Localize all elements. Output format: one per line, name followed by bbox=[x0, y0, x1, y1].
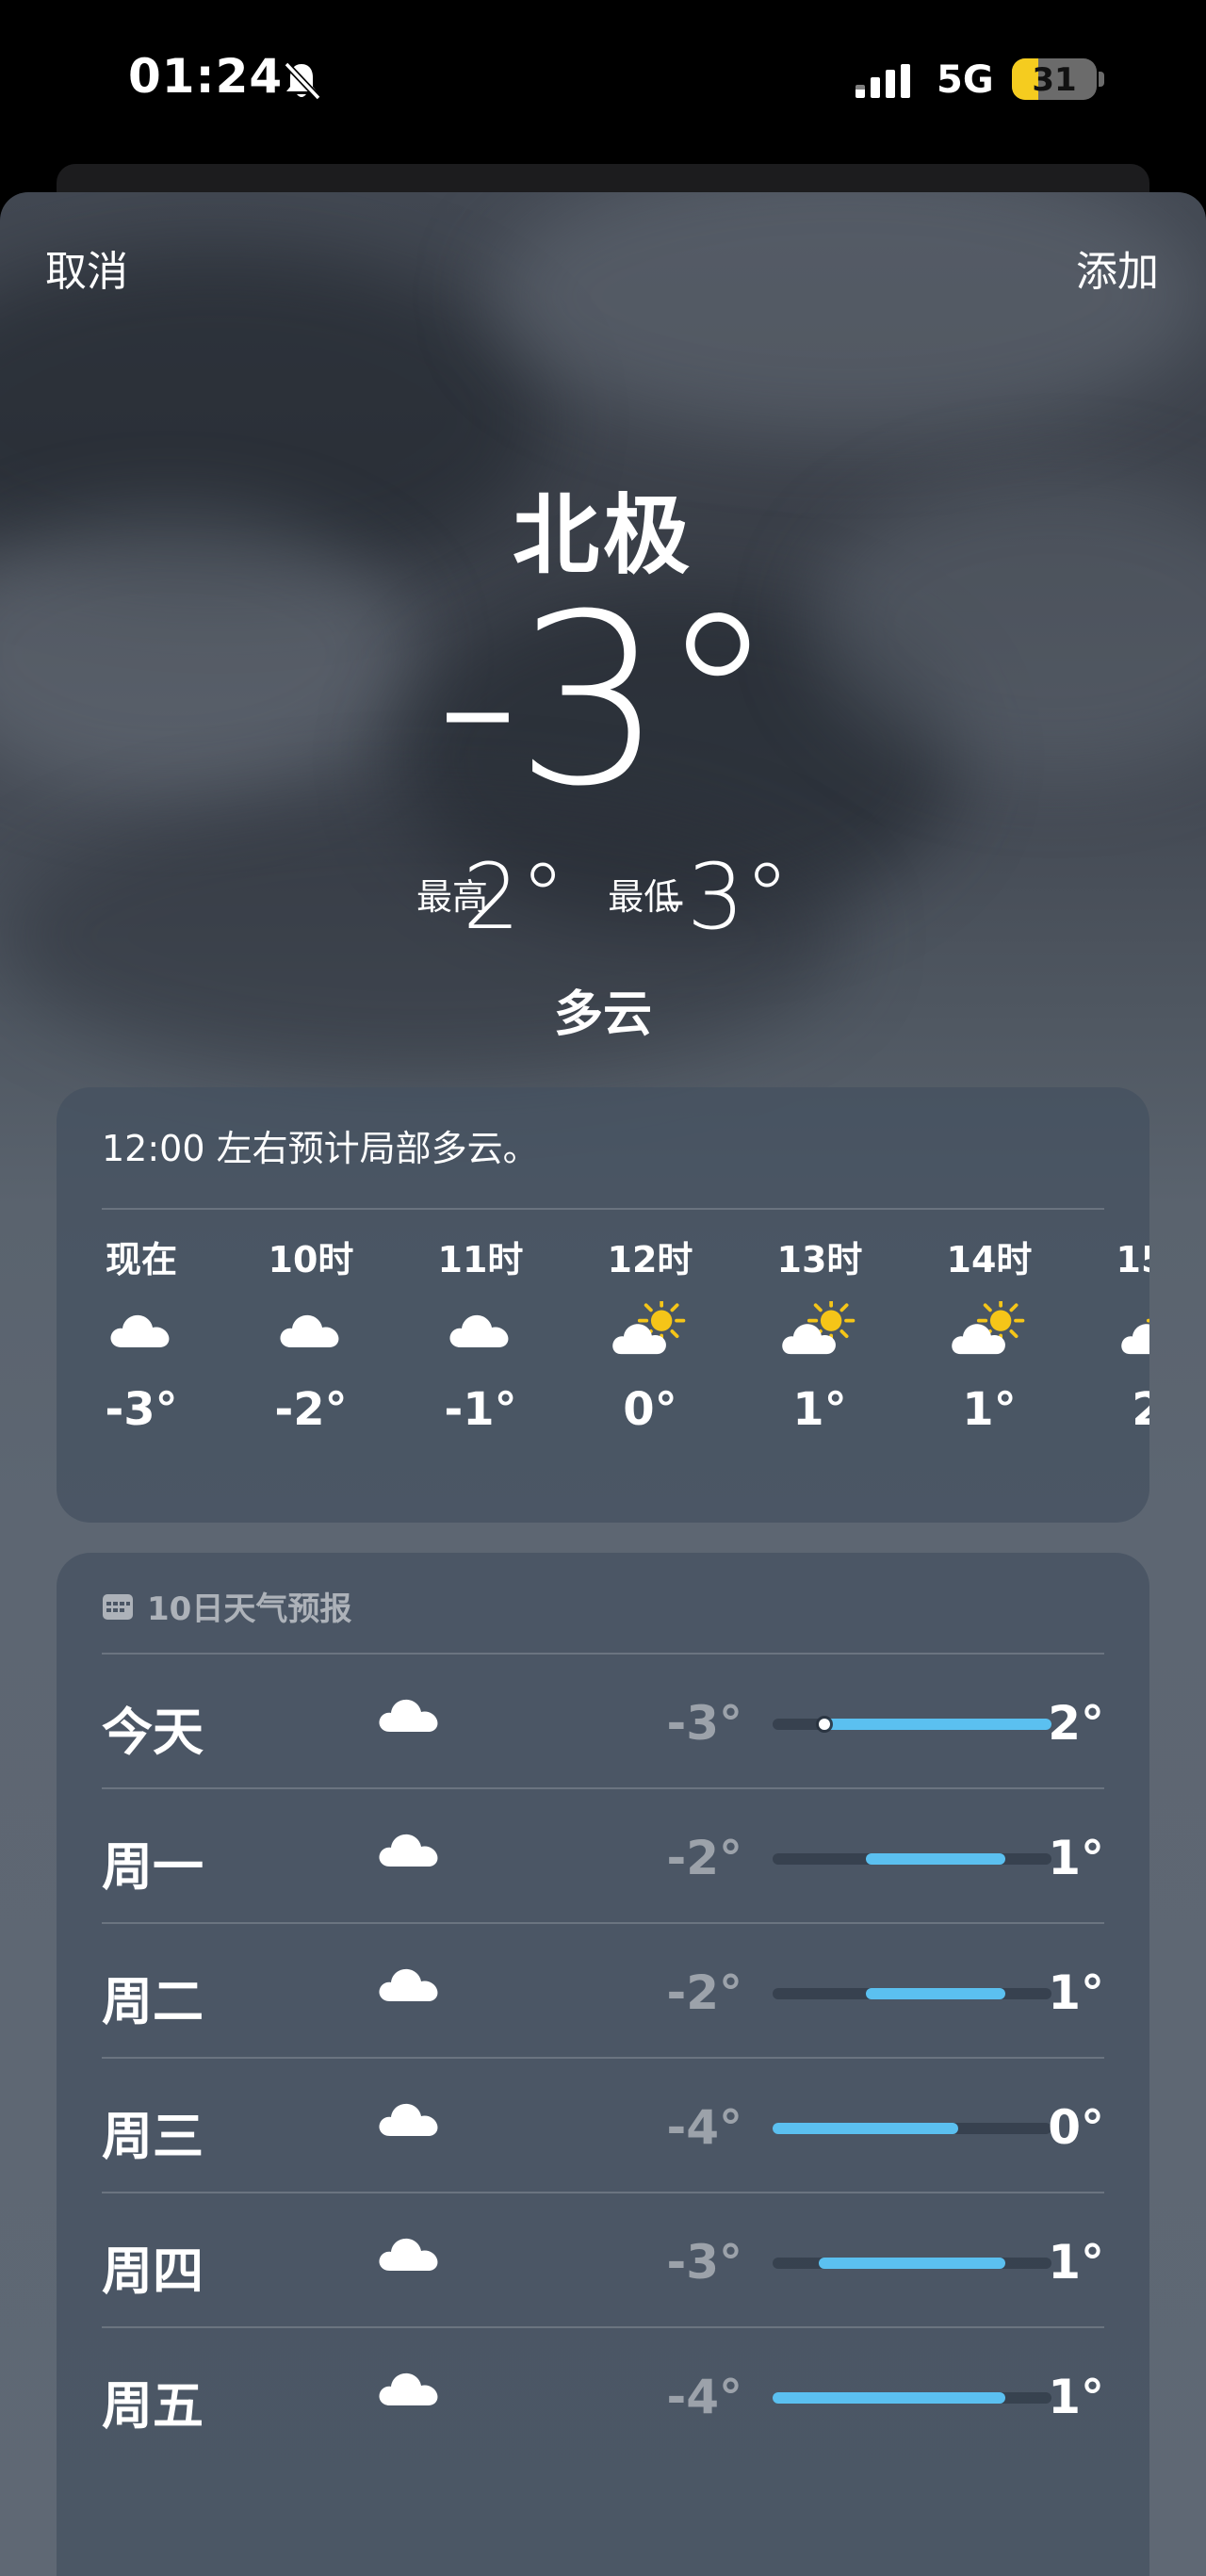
hourly-item: 11时 -1° bbox=[405, 1231, 556, 1436]
current-temperature: -3° bbox=[434, 563, 776, 838]
forecast-summary: 12:00 左右预计局部多云。 bbox=[102, 1128, 539, 1169]
hour-label: 13时 bbox=[776, 1239, 863, 1280]
hourly-item: 现在 -3° bbox=[66, 1231, 217, 1436]
battery-cap bbox=[1099, 72, 1104, 87]
hour-temperature: 0° bbox=[623, 1383, 677, 1436]
hour-label: 14时 bbox=[946, 1239, 1033, 1280]
day-name: 周三 bbox=[102, 2107, 204, 2166]
divider bbox=[102, 1208, 1104, 1210]
hourly-item: 13时 1° bbox=[744, 1231, 895, 1436]
partly-sunny-icon bbox=[914, 1287, 1065, 1372]
cloud-icon bbox=[377, 2233, 443, 2276]
day-name: 周二 bbox=[102, 1972, 204, 2031]
weather-condition: 多云 bbox=[553, 986, 652, 1043]
day-low: -2° bbox=[666, 1965, 742, 2020]
hour-temperature: 1° bbox=[962, 1383, 1017, 1436]
silent-bell-icon bbox=[284, 61, 321, 101]
status-time: 01:24 bbox=[128, 49, 284, 104]
temperature-range-fill bbox=[773, 2123, 959, 2134]
day-high: 0° bbox=[1048, 2100, 1104, 2155]
hourly-forecast-card[interactable]: 12:00 左右预计局部多云。 现在 -3° 10时 -2° 11时 -1° 12时 0° 13… bbox=[57, 1087, 1149, 1523]
cloud-texture bbox=[490, 192, 1206, 437]
day-name: 周四 bbox=[102, 2242, 204, 2301]
ten-day-header: 10日天气预报 bbox=[102, 1583, 351, 1629]
high-low: 最高 2° 最低 -3° bbox=[0, 852, 1206, 942]
daily-row[interactable]: 周一 -2° 1° bbox=[102, 1787, 1104, 1923]
network-type: 5G bbox=[937, 58, 994, 102]
day-low: -3° bbox=[666, 2235, 742, 2290]
day-name: 周一 bbox=[102, 1837, 204, 1897]
hour-temperature: -2° bbox=[274, 1383, 348, 1436]
hour-temperature: 2° bbox=[1132, 1383, 1149, 1436]
day-low: -4° bbox=[666, 2370, 742, 2424]
hour-label: 现在 bbox=[105, 1239, 177, 1280]
add-button[interactable]: 添加 bbox=[1076, 237, 1159, 298]
cloud-icon bbox=[66, 1287, 217, 1372]
low-label: 最低 bbox=[608, 876, 680, 918]
daily-row[interactable]: 周二 -2° 1° bbox=[102, 1922, 1104, 2058]
hour-temperature: -1° bbox=[444, 1383, 517, 1436]
high-label: 最高 bbox=[416, 876, 488, 918]
cloud-icon bbox=[377, 1964, 443, 2007]
low-temperature: -3° bbox=[654, 844, 790, 950]
cloud-icon bbox=[377, 2098, 443, 2142]
day-low: -3° bbox=[666, 1696, 742, 1751]
cloud-icon bbox=[405, 1287, 556, 1372]
cloud-icon bbox=[377, 1694, 443, 1737]
day-high: 1° bbox=[1048, 2235, 1104, 2290]
daily-row[interactable]: 周四 -3° 1° bbox=[102, 2192, 1104, 2327]
battery-indicator: 31 bbox=[1012, 58, 1097, 100]
daily-row[interactable]: 周五 -4° 1° bbox=[102, 2326, 1104, 2462]
cancel-button[interactable]: 取消 bbox=[45, 237, 128, 298]
cloud-icon bbox=[377, 1829, 443, 1872]
cloud-icon bbox=[377, 2368, 443, 2411]
day-high: 1° bbox=[1048, 1831, 1104, 1885]
hourly-item: 12时 0° bbox=[575, 1231, 725, 1436]
cloud-icon bbox=[236, 1287, 386, 1372]
high-temperature: 2° bbox=[463, 844, 566, 950]
status-bar: 01:24 5G 31 bbox=[0, 0, 1206, 160]
daily-row[interactable]: 周三 -4° 0° bbox=[102, 2057, 1104, 2193]
day-high: 1° bbox=[1048, 1965, 1104, 2020]
ten-day-title: 10日天气预报 bbox=[147, 1590, 352, 1628]
cellular-signal-icon bbox=[856, 64, 910, 98]
hour-label: 15时 bbox=[1116, 1239, 1149, 1280]
day-high: 1° bbox=[1048, 2370, 1104, 2424]
temperature-range-fill bbox=[773, 2392, 1005, 2404]
hour-temperature: 1° bbox=[792, 1383, 847, 1436]
partly-sunny-icon bbox=[575, 1287, 725, 1372]
daily-row[interactable]: 今天 -3° 2° bbox=[102, 1653, 1104, 1788]
hour-label: 10时 bbox=[268, 1239, 354, 1280]
hour-label: 11时 bbox=[437, 1239, 524, 1280]
hour-temperature: -3° bbox=[105, 1383, 178, 1436]
day-name: 今天 bbox=[102, 1703, 204, 1762]
weather-screen: 01:24 5G 31 取消 添加 北极 -3° 最高 2° 最低 -3° 多云… bbox=[0, 0, 1206, 2576]
hourly-item: 15时 2° bbox=[1084, 1231, 1149, 1436]
calendar-icon bbox=[103, 1593, 133, 1620]
partly-sunny-icon bbox=[1084, 1287, 1149, 1372]
day-low: -2° bbox=[666, 1831, 742, 1885]
day-name: 周五 bbox=[102, 2376, 204, 2436]
ten-day-forecast-card[interactable]: 10日天气预报 今天 -3° 2° 周一 -2° 1° 周二 -2° 1° 周三 -4° 0° 周四 -3… bbox=[57, 1553, 1149, 2576]
day-high: 2° bbox=[1048, 1696, 1104, 1751]
partly-sunny-icon bbox=[744, 1287, 895, 1372]
hourly-item: 14时 1° bbox=[914, 1231, 1065, 1436]
day-low: -4° bbox=[666, 2100, 742, 2155]
hour-label: 12时 bbox=[607, 1239, 693, 1280]
hourly-item: 10时 -2° bbox=[236, 1231, 386, 1436]
battery-percent: 31 bbox=[1032, 61, 1077, 99]
